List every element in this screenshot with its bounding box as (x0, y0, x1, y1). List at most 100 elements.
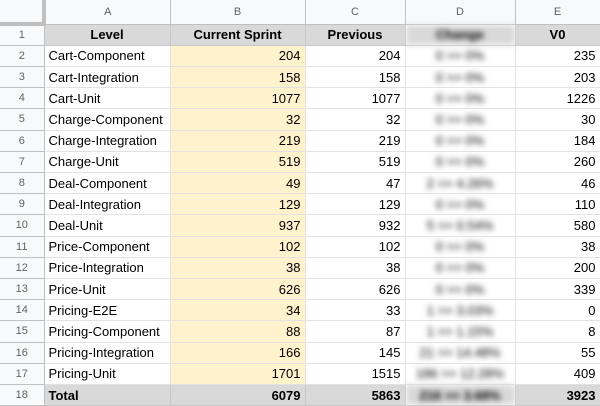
previous-cell[interactable]: 87 (305, 320, 406, 343)
current-sprint-cell[interactable]: 519 (170, 151, 306, 173)
change-cell[interactable]: 0 >> 0% (405, 108, 516, 131)
column-header-e[interactable]: E (515, 0, 600, 25)
header-cell-previous[interactable]: Previous (305, 24, 406, 46)
level-cell[interactable]: Price-Integration (44, 257, 171, 279)
previous-cell[interactable]: 1077 (305, 87, 406, 110)
previous-cell[interactable]: 33 (305, 299, 406, 322)
header-cell-change[interactable]: Change (405, 24, 516, 46)
change-cell[interactable]: 0 >> 0% (405, 130, 516, 152)
v0-cell[interactable]: 46 (515, 172, 600, 195)
current-sprint-cell[interactable]: 49 (170, 172, 306, 195)
level-cell[interactable]: Price-Component (44, 236, 171, 258)
change-cell[interactable]: 0 >> 0% (405, 87, 516, 110)
row-number[interactable]: 17 (0, 363, 45, 386)
row-number[interactable]: 1 (0, 24, 45, 46)
change-cell[interactable]: 0 >> 0% (405, 257, 516, 279)
column-header-a[interactable]: A (44, 0, 171, 25)
row-number[interactable]: 15 (0, 320, 45, 343)
v0-cell[interactable]: 30 (515, 108, 600, 131)
level-cell[interactable]: Charge-Unit (44, 151, 171, 173)
column-header-d[interactable]: D (405, 0, 516, 25)
previous-cell[interactable]: 219 (305, 130, 406, 152)
v0-cell[interactable]: 1226 (515, 87, 600, 110)
level-cell[interactable]: Cart-Integration (44, 66, 171, 89)
level-cell[interactable]: Deal-Component (44, 172, 171, 195)
v0-cell[interactable]: 184 (515, 130, 600, 152)
current-sprint-cell[interactable]: 102 (170, 236, 306, 258)
current-sprint-cell[interactable]: 937 (170, 214, 306, 237)
v0-cell[interactable]: 409 (515, 363, 600, 386)
current-sprint-cell[interactable]: 204 (170, 45, 306, 67)
current-sprint-cell[interactable]: 32 (170, 108, 306, 131)
level-cell[interactable]: Deal-Integration (44, 193, 171, 216)
row-number[interactable]: 14 (0, 299, 45, 322)
previous-cell[interactable]: 32 (305, 108, 406, 131)
level-cell[interactable]: Cart-Component (44, 45, 171, 67)
total-current-cell[interactable]: 6079 (170, 384, 306, 406)
previous-cell[interactable]: 102 (305, 236, 406, 258)
level-cell[interactable]: Pricing-Integration (44, 342, 171, 364)
column-header-b[interactable]: B (170, 0, 306, 25)
row-number[interactable]: 7 (0, 151, 45, 173)
previous-cell[interactable]: 129 (305, 193, 406, 216)
column-header-c[interactable]: C (305, 0, 406, 25)
row-number[interactable]: 9 (0, 193, 45, 216)
level-cell[interactable]: Pricing-Unit (44, 363, 171, 386)
level-cell[interactable]: Deal-Unit (44, 214, 171, 237)
change-cell[interactable]: 0 >> 0% (405, 278, 516, 301)
current-sprint-cell[interactable]: 1701 (170, 363, 306, 386)
previous-cell[interactable]: 1515 (305, 363, 406, 386)
total-v0-cell[interactable]: 3923 (515, 384, 600, 406)
change-cell[interactable]: 0 >> 0% (405, 151, 516, 173)
current-sprint-cell[interactable]: 38 (170, 257, 306, 279)
row-number[interactable]: 18 (0, 384, 45, 406)
v0-cell[interactable]: 580 (515, 214, 600, 237)
previous-cell[interactable]: 932 (305, 214, 406, 237)
v0-cell[interactable]: 110 (515, 193, 600, 216)
row-number[interactable]: 4 (0, 87, 45, 110)
current-sprint-cell[interactable]: 88 (170, 320, 306, 343)
v0-cell[interactable]: 38 (515, 236, 600, 258)
current-sprint-cell[interactable]: 1077 (170, 87, 306, 110)
previous-cell[interactable]: 519 (305, 151, 406, 173)
v0-cell[interactable]: 55 (515, 342, 600, 364)
header-cell-current-sprint[interactable]: Current Sprint (170, 24, 306, 46)
row-number[interactable]: 8 (0, 172, 45, 195)
spreadsheet-grid[interactable]: A B C D E 1 Level Current Sprint Previou… (0, 0, 600, 406)
v0-cell[interactable]: 203 (515, 66, 600, 89)
row-number[interactable]: 16 (0, 342, 45, 364)
row-number[interactable]: 11 (0, 236, 45, 258)
v0-cell[interactable]: 0 (515, 299, 600, 322)
change-cell[interactable]: 1 >> 3.03% (405, 299, 516, 322)
change-cell[interactable]: 1 >> 1.15% (405, 320, 516, 343)
level-cell[interactable]: Price-Unit (44, 278, 171, 301)
row-number[interactable]: 6 (0, 130, 45, 152)
current-sprint-cell[interactable]: 166 (170, 342, 306, 364)
change-cell[interactable]: 0 >> 0% (405, 45, 516, 67)
level-cell[interactable]: Pricing-Component (44, 320, 171, 343)
select-all-corner[interactable] (0, 0, 46, 26)
level-cell[interactable]: Cart-Unit (44, 87, 171, 110)
previous-cell[interactable]: 145 (305, 342, 406, 364)
previous-cell[interactable]: 47 (305, 172, 406, 195)
row-number[interactable]: 12 (0, 257, 45, 279)
level-cell[interactable]: Pricing-E2E (44, 299, 171, 322)
v0-cell[interactable]: 8 (515, 320, 600, 343)
row-number[interactable]: 3 (0, 66, 45, 89)
current-sprint-cell[interactable]: 34 (170, 299, 306, 322)
level-cell[interactable]: Charge-Component (44, 108, 171, 131)
previous-cell[interactable]: 38 (305, 257, 406, 279)
header-cell-v0[interactable]: V0 (515, 24, 600, 46)
row-number[interactable]: 5 (0, 108, 45, 131)
previous-cell[interactable]: 158 (305, 66, 406, 89)
header-cell-level[interactable]: Level (44, 24, 171, 46)
current-sprint-cell[interactable]: 219 (170, 130, 306, 152)
previous-cell[interactable]: 626 (305, 278, 406, 301)
total-change-cell[interactable]: 216 >> 3.68% (405, 384, 516, 406)
v0-cell[interactable]: 200 (515, 257, 600, 279)
current-sprint-cell[interactable]: 158 (170, 66, 306, 89)
change-cell[interactable]: 186 >> 12.28% (405, 363, 516, 386)
change-cell[interactable]: 2 >> 4.26% (405, 172, 516, 195)
change-cell[interactable]: 21 >> 14.48% (405, 342, 516, 364)
change-cell[interactable]: 0 >> 0% (405, 193, 516, 216)
